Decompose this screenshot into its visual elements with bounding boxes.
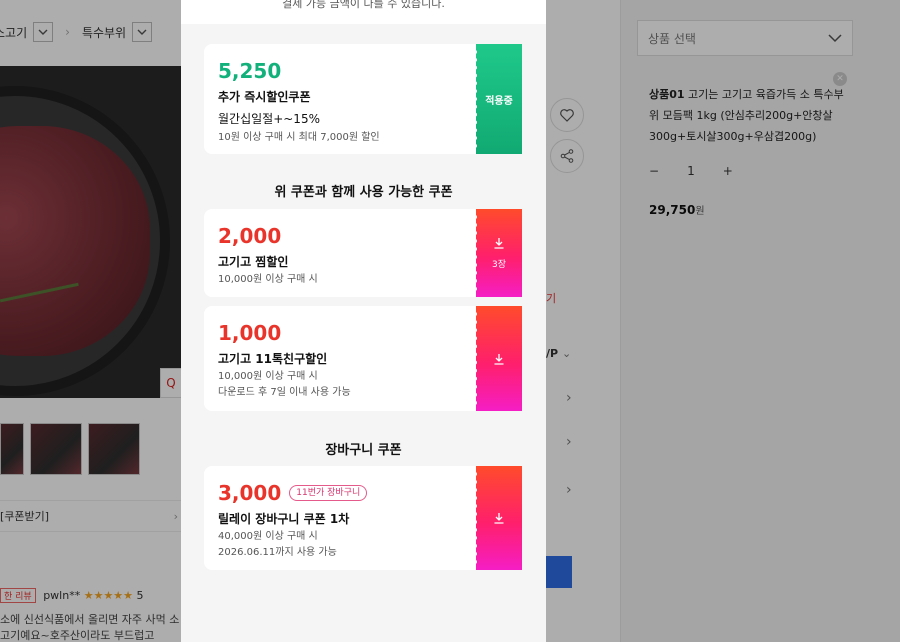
coupon-download-button[interactable]: 3장 <box>473 209 522 297</box>
coupon-body: 1,000 고기고 11톡친구할인 10,000원 이상 구매 시 다운로드 후… <box>204 306 476 411</box>
coupon-download-button[interactable] <box>473 306 522 411</box>
coupon-count: 3장 <box>491 259 506 270</box>
applied-coupon-card: 5,250 추가 즉시할인쿠폰 월간십일절+~15% 10원 이상 구매 시 최… <box>204 44 522 154</box>
applied-status: 적용중 <box>485 95 513 107</box>
coupon-card: 1,000 고기고 11톡친구할인 10,000원 이상 구매 시 다운로드 후… <box>204 306 522 411</box>
coupon-card: 2,000 고기고 찜할인 10,000원 이상 구매 시 3장 <box>204 209 522 297</box>
coupon-amount: 2,000 <box>218 224 282 248</box>
download-icon <box>494 237 504 249</box>
modal-notice: 결제 가능 금액이 다를 수 있습니다. <box>181 0 546 24</box>
coupon-body: 5,250 추가 즉시할인쿠폰 월간십일절+~15% 10원 이상 구매 시 최… <box>204 44 476 154</box>
coupon-amount: 3,000 <box>218 481 282 505</box>
coupon-note: 2026.06.11까지 사용 가능 <box>218 547 337 558</box>
section-heading: 장바구니 쿠폰 <box>325 443 402 458</box>
coupon-title: 릴레이 장바구니 쿠폰 1차 <box>218 512 350 526</box>
coupon-title: 고기고 11톡친구할인 <box>218 352 328 366</box>
coupon-condition: 10,000원 이상 구매 시 <box>218 274 318 285</box>
coupon-amount: 5,250 <box>218 59 282 83</box>
coupon-body: 3,000 11번가 장바구니 릴레이 장바구니 쿠폰 1차 40,000원 이… <box>204 466 476 570</box>
coupon-modal: 결제 가능 금액이 다를 수 있습니다. 5,250 추가 즉시할인쿠폰 월간십… <box>181 0 546 642</box>
download-icon <box>494 353 504 365</box>
coupon-condition: 10원 이상 구매 시 최대 7,000원 할인 <box>218 132 380 143</box>
section-heading: 위 쿠폰과 함께 사용 가능한 쿠폰 <box>274 185 453 200</box>
coupon-title: 고기고 찜할인 <box>218 255 289 269</box>
coupon-condition: 10,000원 이상 구매 시 <box>218 371 318 382</box>
applied-status-tab[interactable]: 적용중 <box>473 44 522 154</box>
coupon-condition: 40,000원 이상 구매 시 <box>218 531 318 542</box>
cart-coupon-tag: 11번가 장바구니 <box>289 485 368 501</box>
coupon-title: 추가 즉시할인쿠폰 <box>218 90 311 104</box>
notice-text: 결제 가능 금액이 다를 수 있습니다. <box>282 0 445 10</box>
cart-coupon-card: 3,000 11번가 장바구니 릴레이 장바구니 쿠폰 1차 40,000원 이… <box>204 466 522 570</box>
coupon-subtitle: 월간십일절+~15% <box>218 112 320 126</box>
download-icon <box>494 513 504 524</box>
coupon-download-button[interactable] <box>473 466 522 570</box>
coupon-amount-row: 3,000 11번가 장바구니 <box>218 480 462 506</box>
coupon-note: 다운로드 후 7일 이내 사용 가능 <box>218 387 351 398</box>
coupon-body: 2,000 고기고 찜할인 10,000원 이상 구매 시 <box>204 209 476 297</box>
coupon-amount: 1,000 <box>218 321 282 345</box>
